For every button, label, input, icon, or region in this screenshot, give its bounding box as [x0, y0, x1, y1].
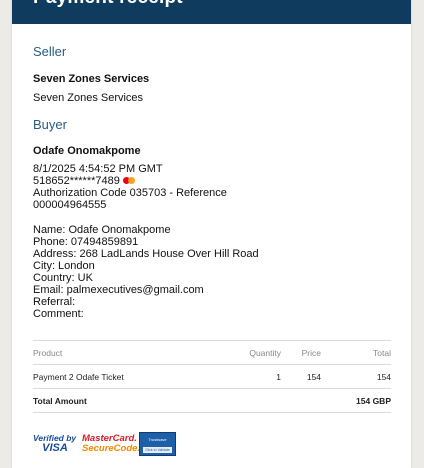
page-title: Payment receipt [33, 0, 183, 9]
col-product: Product [33, 340, 223, 365]
table-header-row: Product Quantity Price Total [33, 340, 391, 365]
seller-name: Seven Zones Services [33, 92, 144, 104]
card-number-row: 518652******7489 [33, 175, 136, 187]
seller-heading: Seller [33, 44, 67, 59]
mastercard-securecode-logo: MasterCard. SecureCode. [82, 433, 141, 454]
buyer-detail-phone: Phone: 07494859891 [33, 236, 139, 248]
row-quantity: 1 [223, 364, 281, 389]
row-product: Payment 2 Odafe Ticket [33, 364, 223, 389]
table-row: Payment 2 Odafe Ticket 1 154 154 [33, 364, 391, 389]
verified-by-visa-logo: Verified by VISA [33, 433, 77, 454]
buyer-detail-referral: Referral: [33, 296, 76, 308]
reference-number: 000004964555 [33, 199, 107, 211]
buyer-detail-city: City: London [33, 260, 95, 272]
receipt-header: Payment receipt [12, 0, 411, 24]
col-quantity: Quantity [223, 340, 281, 365]
buyer-detail-email: Email: palmexecutives@gmail.com [33, 284, 204, 296]
authorization-line: Authorization Code 035703 - Reference [33, 187, 227, 199]
row-price: 154 [281, 364, 321, 389]
buyer-name-bold: Odafe Onomakpome [33, 145, 141, 157]
card-number: 518652******7489 [33, 175, 120, 187]
buyer-detail-name: Name: Odafe Onomakpome [33, 224, 171, 236]
buyer-detail-comment: Comment: [33, 308, 84, 320]
buyer-heading: Buyer [33, 117, 67, 132]
trustwave-seal[interactable]: Trustwave Click to Validate [139, 432, 176, 456]
total-row: Total Amount 154 GBP [33, 388, 391, 413]
items-table: Product Quantity Price Total Payment 2 O… [33, 340, 391, 413]
row-total: 154 [321, 364, 391, 389]
col-price: Price [281, 340, 321, 365]
mastercard-icon [122, 177, 136, 185]
total-value: 154 GBP [321, 388, 391, 413]
total-label: Total Amount [33, 388, 223, 413]
transaction-datetime: 8/1/2025 4:54:52 PM GMT [33, 163, 163, 175]
buyer-detail-address: Address: 268 LadLands House Over Hill Ro… [33, 248, 259, 260]
buyer-detail-country: Country: UK [33, 272, 93, 284]
seller-name-bold: Seven Zones Services [33, 73, 150, 85]
col-total: Total [321, 340, 391, 365]
